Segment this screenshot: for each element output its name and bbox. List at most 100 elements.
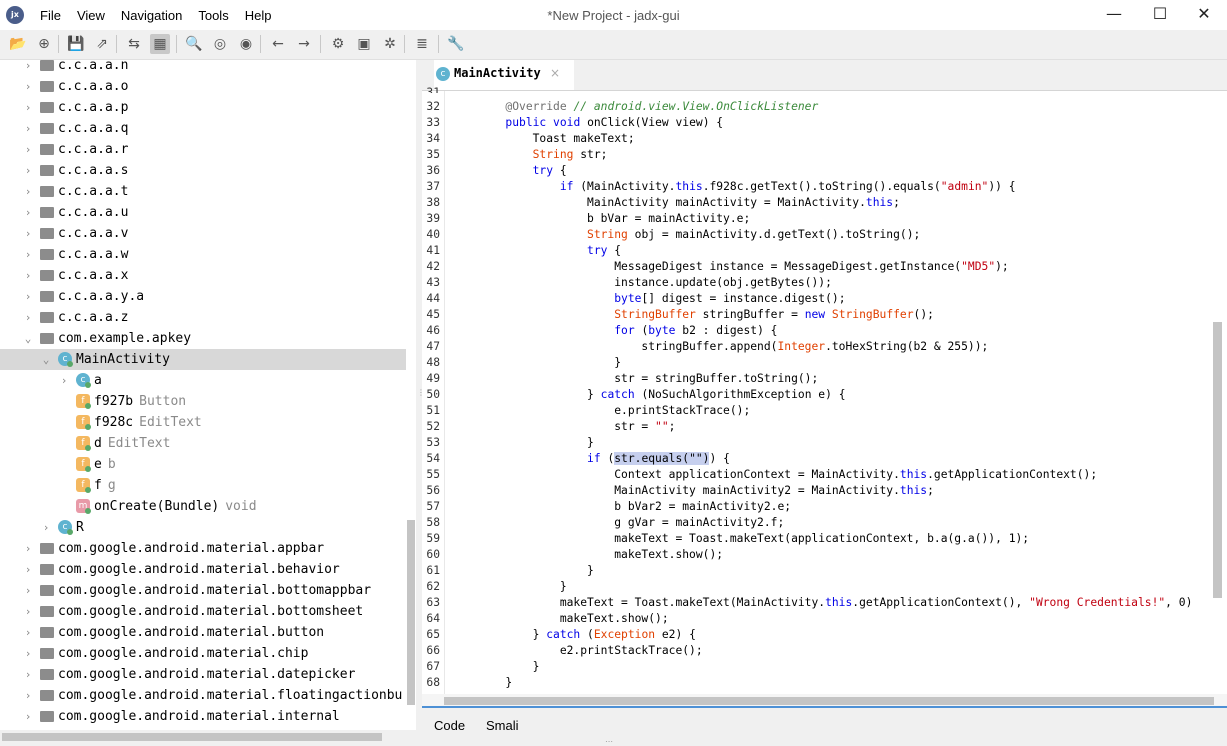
- code-line[interactable]: if (str.equals("")) {: [451, 451, 730, 467]
- tree-node-field[interactable]: ffg: [0, 475, 406, 496]
- code-line[interactable]: str = stringBuffer.toString();: [451, 371, 818, 387]
- code-line[interactable]: instance.update(obj.getBytes());: [451, 275, 832, 291]
- code-line[interactable]: StringBuffer stringBuffer = new StringBu…: [451, 307, 934, 323]
- code-line[interactable]: e.printStackTrace();: [451, 403, 750, 419]
- code-line[interactable]: Toast makeText;: [451, 131, 635, 147]
- code-line[interactable]: }: [451, 579, 567, 595]
- summary-icon[interactable]: ≣: [412, 34, 432, 54]
- chevron-right-icon[interactable]: ›: [22, 559, 34, 580]
- tree-node-package[interactable]: › c.c.a.a.n: [0, 60, 406, 76]
- tree-horizontal-scrollbar[interactable]: [0, 730, 416, 744]
- menu-navigation[interactable]: Navigation: [113, 0, 190, 30]
- tree-node-package[interactable]: › c.c.a.a.r: [0, 139, 406, 160]
- tree-node-class[interactable]: ⌄ c MainActivity: [0, 349, 406, 370]
- deobfuscation-icon[interactable]: ⚙: [328, 34, 348, 54]
- code-line[interactable]: }: [451, 675, 512, 691]
- tree-node-package[interactable]: › c.c.a.a.p: [0, 97, 406, 118]
- chevron-right-icon[interactable]: ›: [22, 286, 34, 307]
- tree-node-field[interactable]: feb: [0, 454, 406, 475]
- code-line[interactable]: String str;: [451, 147, 608, 163]
- menu-file[interactable]: File: [32, 0, 69, 30]
- tree-node-package[interactable]: › com.google.android.material.bottomsheet: [0, 601, 406, 622]
- tree-node-package[interactable]: › com.google.android.material.datepicker: [0, 664, 406, 685]
- chevron-right-icon[interactable]: ›: [22, 139, 34, 160]
- tree-node-package[interactable]: › c.c.a.a.t: [0, 181, 406, 202]
- code-line[interactable]: try {: [451, 163, 567, 179]
- maximize-button[interactable]: ☐: [1137, 0, 1183, 30]
- chevron-right-icon[interactable]: ›: [22, 244, 34, 265]
- add-file-icon[interactable]: ⊕: [34, 34, 54, 54]
- tree-node-package[interactable]: › c.c.a.a.q: [0, 118, 406, 139]
- code-line[interactable]: makeText = Toast.makeText(applicationCon…: [451, 531, 1029, 547]
- code-line[interactable]: }: [451, 355, 621, 371]
- tab-close-icon[interactable]: ×: [550, 66, 560, 80]
- chevron-right-icon[interactable]: ›: [22, 601, 34, 622]
- chevron-right-icon[interactable]: ›: [22, 706, 34, 727]
- chevron-right-icon[interactable]: ›: [22, 60, 34, 76]
- debug-icon[interactable]: ✲: [380, 34, 400, 54]
- minimize-button[interactable]: —: [1091, 0, 1137, 30]
- code-line[interactable]: str = "";: [451, 419, 675, 435]
- editor-vertical-scrollbar[interactable]: [1213, 322, 1222, 598]
- code-line[interactable]: try {: [451, 243, 621, 259]
- tree-node-field[interactable]: f f927b Button: [0, 391, 406, 412]
- chevron-right-icon[interactable]: ›: [22, 643, 34, 664]
- tree-vertical-scrollbar[interactable]: [407, 520, 415, 705]
- chevron-right-icon[interactable]: ›: [22, 307, 34, 328]
- chevron-right-icon[interactable]: ›: [22, 97, 34, 118]
- tree-node-package[interactable]: › com.google.android.material.floatingact…: [0, 685, 406, 706]
- chevron-right-icon[interactable]: ›: [40, 517, 52, 538]
- find-usage-icon[interactable]: ◉: [236, 34, 256, 54]
- code-line[interactable]: Context applicationContext = MainActivit…: [451, 467, 1097, 483]
- chevron-right-icon[interactable]: ›: [22, 622, 34, 643]
- code-line[interactable]: MessageDigest instance = MessageDigest.g…: [451, 259, 1009, 275]
- tree-node-package[interactable]: › c.c.a.a.u: [0, 202, 406, 223]
- export-icon[interactable]: ⇗: [92, 34, 112, 54]
- chevron-right-icon[interactable]: ›: [22, 76, 34, 97]
- tree-node-field[interactable]: f d EditText: [0, 433, 406, 454]
- flatten-icon[interactable]: ▦: [150, 34, 170, 54]
- tree-node-class[interactable]: › c a: [0, 370, 406, 391]
- tree-node-package[interactable]: › com.google.android.material.bottomappba…: [0, 580, 406, 601]
- open-icon[interactable]: 📂: [8, 34, 28, 54]
- chevron-right-icon[interactable]: ›: [22, 685, 34, 706]
- code-line[interactable]: } catch (Exception e2) {: [451, 627, 696, 643]
- code-line[interactable]: e2.printStackTrace();: [451, 643, 703, 659]
- code-line[interactable]: makeText.show();: [451, 611, 669, 627]
- menu-view[interactable]: View: [69, 0, 113, 30]
- tree-node-package[interactable]: › com.google.android.material.behavior: [0, 559, 406, 580]
- code-line[interactable]: }: [451, 563, 594, 579]
- tree-node-package[interactable]: › com.google.android.material.internal: [0, 706, 406, 727]
- tree-node-package[interactable]: › com.google.android.material.chip: [0, 643, 406, 664]
- code-line[interactable]: } catch (NoSuchAlgorithmException e) {: [451, 387, 845, 403]
- close-window-button[interactable]: ✕: [1181, 0, 1227, 30]
- code-line[interactable]: MainActivity mainActivity = MainActivity…: [451, 195, 900, 211]
- sync-icon[interactable]: ⇆: [124, 34, 144, 54]
- tree-node-package[interactable]: › c.c.a.a.y.a: [0, 286, 406, 307]
- tree-node-package[interactable]: › com.google.android.material.button: [0, 622, 406, 643]
- chevron-right-icon[interactable]: ›: [22, 202, 34, 223]
- chevron-right-icon[interactable]: ›: [22, 160, 34, 181]
- tree-node-method[interactable]: m onCreate(Bundle) void: [0, 496, 406, 517]
- tree-node-package[interactable]: ⌄ com.example.apkey: [0, 328, 406, 349]
- code-line[interactable]: }: [451, 435, 594, 451]
- chevron-right-icon[interactable]: ›: [22, 181, 34, 202]
- find-class-icon[interactable]: ◎: [210, 34, 230, 54]
- code-line[interactable]: MainActivity mainActivity2 = MainActivit…: [451, 483, 934, 499]
- tree-node-package[interactable]: › c.c.a.a.z: [0, 307, 406, 328]
- forward-icon[interactable]: →: [294, 34, 314, 54]
- menu-help[interactable]: Help: [237, 0, 280, 30]
- log-icon[interactable]: ▣: [354, 34, 374, 54]
- save-icon[interactable]: 💾: [66, 34, 86, 54]
- tree-node-package[interactable]: › com.google.android.material.appbar: [0, 538, 406, 559]
- code-line[interactable]: g gVar = mainActivity2.f;: [451, 515, 784, 531]
- code-line[interactable]: @Override // android.view.View.OnClickLi…: [451, 99, 818, 115]
- code-line[interactable]: makeText.show();: [451, 547, 723, 563]
- preferences-icon[interactable]: 🔧: [446, 34, 466, 54]
- code-line[interactable]: }: [451, 659, 540, 675]
- code-line[interactable]: b bVar = mainActivity.e;: [451, 211, 750, 227]
- tree-node-package[interactable]: › c.c.a.a.s: [0, 160, 406, 181]
- chevron-right-icon[interactable]: ›: [22, 538, 34, 559]
- chevron-down-icon[interactable]: ⌄: [22, 328, 34, 349]
- tree-node-field[interactable]: f f928c EditText: [0, 412, 406, 433]
